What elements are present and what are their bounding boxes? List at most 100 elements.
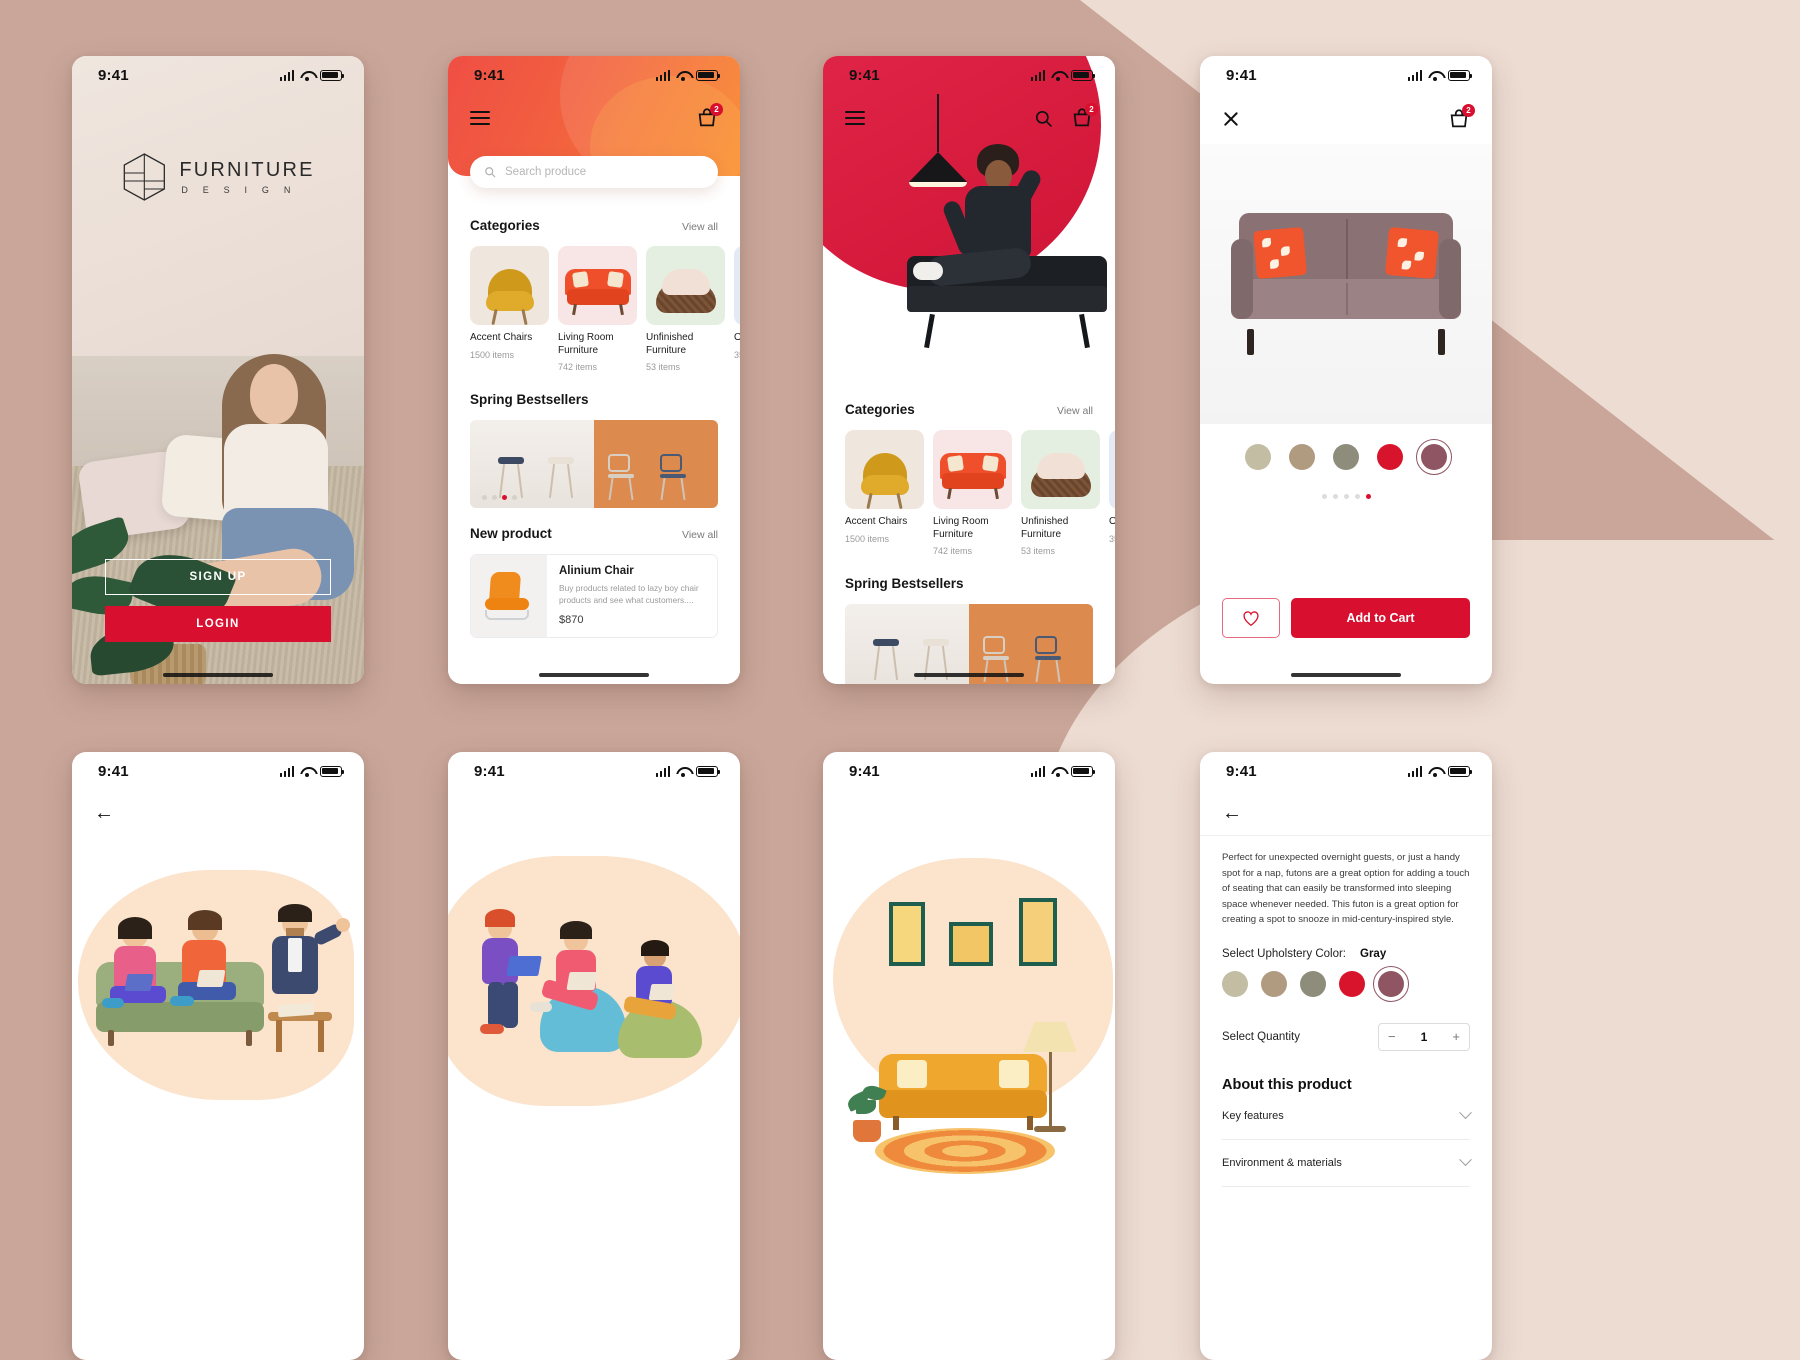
crimson-top-bar: 2 — [823, 94, 1115, 142]
categories-view-all-link[interactable]: View all — [682, 221, 718, 233]
category-card[interactable]: Accent Chairs 1500 items — [845, 430, 924, 556]
status-icons — [279, 765, 345, 777]
cart-badge: 2 — [1085, 103, 1098, 116]
product-card[interactable]: Alinium Chair Buy products related to la… — [470, 554, 718, 638]
wifi-icon — [1051, 766, 1065, 777]
wall-art-frame — [889, 902, 925, 966]
bestsellers-title: Spring Bestsellers — [470, 392, 589, 407]
category-card[interactable]: Unfinished Furniture 53 items — [1021, 430, 1100, 556]
close-icon[interactable] — [1222, 110, 1240, 128]
category-card[interactable]: Unfinished Furniture 53 items — [646, 246, 725, 372]
splash-actions: SIGN UP LOGIN — [105, 559, 331, 642]
orange-loveseat-icon — [933, 430, 1012, 509]
shopping-bag-icon[interactable]: 2 — [1448, 104, 1475, 130]
wifi-icon — [676, 766, 690, 777]
categories-row[interactable]: Accent Chairs 1500 items Living Room Fur… — [448, 233, 740, 372]
categories-view-all-link[interactable]: View all — [1057, 405, 1093, 417]
interior-illustration — [823, 836, 1115, 1236]
color-swatch[interactable] — [1300, 970, 1326, 997]
logo-primary-text: FURNITURE — [179, 158, 315, 181]
about-content: Perfect for unexpected overnight guests,… — [1200, 850, 1492, 1187]
status-bar: 9:41 — [448, 752, 740, 790]
status-icons — [655, 765, 721, 777]
status-bar: 9:41 — [448, 56, 740, 94]
login-button[interactable]: LOGIN — [105, 606, 331, 642]
back-arrow-icon[interactable]: ← — [1222, 803, 1242, 823]
sign-up-button[interactable]: SIGN UP — [105, 559, 331, 595]
search-placeholder: Search produce — [505, 166, 587, 178]
search-input[interactable]: Search produce — [470, 156, 718, 188]
product-description: Buy products related to lazy boy chair p… — [559, 583, 699, 606]
battery-icon — [1448, 765, 1473, 777]
orange-chair-thumbnail — [471, 555, 547, 637]
status-time: 9:41 — [98, 66, 129, 84]
cart-badge: 2 — [710, 103, 723, 116]
shopping-bag-icon[interactable]: 2 — [1071, 103, 1098, 129]
color-swatch[interactable] — [1245, 444, 1271, 470]
back-arrow-icon[interactable]: ← — [94, 803, 114, 823]
product-top-bar: 2 — [1200, 94, 1492, 144]
category-card[interactable]: Office 35 items — [1109, 430, 1115, 556]
status-icons — [1030, 765, 1096, 777]
accordion-item-key-features[interactable]: Key features — [1222, 1093, 1472, 1140]
category-card[interactable]: Living Room Furniture 742 items — [933, 430, 1012, 556]
color-swatch-selected[interactable] — [1416, 439, 1452, 475]
home-top-bar: 2 — [448, 94, 740, 142]
image-pager-dots[interactable] — [1200, 494, 1492, 499]
status-time: 9:41 — [474, 762, 505, 780]
bestsellers-carousel[interactable] — [470, 420, 718, 508]
back-bar: ← — [72, 790, 364, 836]
add-to-cart-button[interactable]: Add to Cart — [1291, 598, 1470, 638]
wooden-table-illustration — [268, 1012, 332, 1056]
hamburger-menu-icon[interactable] — [845, 107, 865, 129]
yellow-accent-chair-icon — [470, 246, 549, 325]
signal-icon — [1030, 765, 1045, 777]
category-count: 35 items — [1109, 533, 1115, 544]
color-swatch[interactable] — [1377, 444, 1403, 470]
favorite-button[interactable] — [1222, 598, 1280, 638]
home-indicator — [1291, 672, 1401, 677]
quantity-row: Select Quantity − 1 + — [1222, 1022, 1470, 1051]
quantity-increment-button[interactable]: + — [1452, 1029, 1460, 1044]
new-product-view-all-link[interactable]: View all — [682, 529, 718, 541]
category-name: Accent Chairs — [470, 332, 533, 343]
categories-row[interactable]: Accent Chairs 1500 items Living Room Fur… — [823, 417, 1115, 556]
signal-icon — [655, 765, 670, 777]
color-swatch-row[interactable] — [1200, 439, 1492, 475]
color-swatch[interactable] — [1333, 444, 1359, 470]
signal-icon — [1407, 69, 1422, 81]
upholstery-label: Select Upholstery Color: — [1222, 947, 1346, 960]
logo-secondary-text: D E S I G N — [181, 184, 297, 195]
upholstery-row: Select Upholstery Color: Gray — [1222, 948, 1470, 960]
search-icon[interactable] — [1034, 109, 1053, 128]
hamburger-menu-icon[interactable] — [470, 107, 490, 129]
color-swatch[interactable] — [1339, 970, 1365, 997]
round-rattan-chair-icon — [646, 246, 725, 325]
color-swatch[interactable] — [1261, 970, 1287, 997]
category-card[interactable]: Office 35 items — [734, 246, 740, 372]
quantity-stepper[interactable]: − 1 + — [1378, 1022, 1470, 1051]
quantity-decrement-button[interactable]: − — [1388, 1029, 1396, 1044]
color-swatch-selected[interactable] — [1373, 965, 1409, 1002]
status-icons — [1407, 765, 1473, 777]
status-bar: 9:41 — [1200, 56, 1492, 94]
category-count: 53 items — [1021, 546, 1056, 556]
category-card[interactable]: Living Room Furniture 742 items — [558, 246, 637, 372]
color-swatch[interactable] — [1289, 444, 1315, 470]
gray-loveseat-image — [1231, 213, 1461, 355]
status-icons — [655, 69, 721, 81]
category-count: 742 items — [933, 546, 973, 556]
color-swatch-row[interactable] — [1222, 965, 1470, 1002]
category-count: 742 items — [558, 362, 598, 372]
accordion-item-environment-materials[interactable]: Environment & materials — [1222, 1140, 1472, 1187]
category-name: Living Room Furniture — [558, 332, 614, 356]
battery-icon — [1071, 69, 1096, 81]
category-count: 1500 items — [845, 533, 890, 544]
color-swatch[interactable] — [1222, 970, 1248, 997]
battery-icon — [696, 765, 721, 777]
status-bar: 9:41 — [72, 752, 364, 790]
shopping-bag-icon[interactable]: 2 — [696, 103, 723, 129]
carousel-dots[interactable] — [482, 495, 517, 500]
onboarding-illustration — [823, 836, 1115, 1236]
category-card[interactable]: Accent Chairs 1500 items — [470, 246, 549, 372]
